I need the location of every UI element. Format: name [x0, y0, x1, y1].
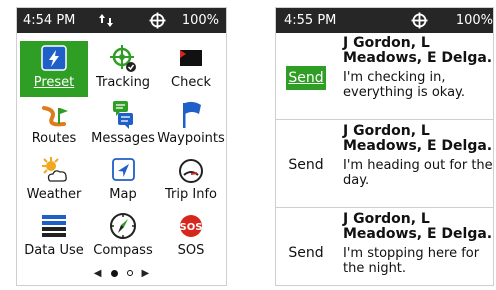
- status-time: 4:55 PM: [284, 13, 337, 28]
- menu-tile-label: Routes: [31, 131, 77, 146]
- menu-tile-sos[interactable]: SOS SOS: [157, 209, 225, 265]
- recipients-line: J Gordon, L: [343, 35, 430, 51]
- waypoints-icon: [183, 101, 201, 128]
- menu-tile-compass[interactable]: Compass: [89, 209, 157, 265]
- battery-level: 100%: [181, 13, 219, 28]
- menu-tile-label: Messages: [91, 131, 155, 146]
- routes-icon: [42, 106, 68, 127]
- app-menu-grid: Preset Tracking Check Routes Messages Wa…: [17, 38, 226, 265]
- message-text: I'm heading out for the day.: [343, 158, 493, 188]
- gps-icon: [411, 12, 428, 29]
- preset-messages-screen: 4:55 PM 100% Send J Gordon, L Meadows, E…: [275, 7, 494, 286]
- list-item: Send J Gordon, L Meadows, E Delga... I'm…: [276, 209, 494, 285]
- weather-icon: [42, 157, 67, 182]
- menu-tile-label: SOS: [177, 243, 205, 258]
- message-line: I'm checking in,: [343, 70, 446, 85]
- tracking-icon: [110, 45, 136, 72]
- recipients-line: Meadows, E Delga...: [343, 138, 494, 154]
- recipients-line: J Gordon, L: [343, 211, 430, 227]
- recipients: J Gordon, L Meadows, E Delga...: [343, 123, 494, 154]
- menu-tile-label: Preset: [33, 75, 75, 90]
- preset-message-list: Send J Gordon, L Meadows, E Delga... I'm…: [276, 33, 493, 285]
- page-dot-current: [110, 269, 118, 277]
- menu-screen: 4:54 PM 100% Preset Tracking Check Route…: [16, 7, 227, 286]
- recipients-line: Meadows, E Delga...: [343, 50, 494, 66]
- menu-tile-data-use[interactable]: Data Use: [20, 209, 88, 265]
- sos-icon: SOS: [180, 215, 203, 237]
- menu-tile-label: Compass: [93, 243, 153, 258]
- menu-tile-label: Waypoints: [157, 131, 225, 146]
- messages-icon: [113, 101, 133, 129]
- menu-tile-label: Tracking: [95, 75, 151, 90]
- gps-icon: [149, 12, 166, 29]
- page-dot: [126, 270, 133, 276]
- send-button[interactable]: Send: [287, 153, 325, 177]
- menu-tile-label: Weather: [26, 187, 82, 202]
- menu-tile-waypoints[interactable]: Waypoints: [157, 97, 225, 153]
- menu-tile-trip-info[interactable]: Trip Info: [157, 153, 225, 209]
- menu-tile-label: Data Use: [24, 243, 84, 258]
- message-line: the night.: [343, 261, 407, 276]
- map-icon: [112, 158, 135, 181]
- list-item: Send J Gordon, L Meadows, E Delga... I'm…: [276, 121, 493, 208]
- recipients: J Gordon, L Meadows, E Delga...: [343, 211, 494, 242]
- menu-tile-tracking[interactable]: Tracking: [89, 41, 157, 97]
- preset-icon: [41, 45, 67, 71]
- check-icon: [180, 50, 202, 66]
- status-time: 4:54 PM: [23, 13, 76, 28]
- compass-icon: [110, 213, 136, 239]
- message-line: everything is okay.: [343, 85, 466, 100]
- menu-tile-weather[interactable]: Weather: [20, 153, 88, 209]
- page-next-icon[interactable]: ▶: [142, 268, 150, 279]
- send-button[interactable]: Send: [287, 241, 325, 265]
- menu-tile-preset[interactable]: Preset: [20, 41, 88, 97]
- recipients-line: J Gordon, L: [343, 123, 430, 139]
- menu-tile-routes[interactable]: Routes: [20, 97, 88, 153]
- list-item: Send J Gordon, L Meadows, E Delga... I'm…: [276, 33, 493, 120]
- data-use-icon: [42, 215, 66, 237]
- sos-badge-text: SOS: [180, 222, 203, 233]
- recipients-line: Meadows, E Delga...: [343, 226, 494, 242]
- message-line: I'm heading out for the: [343, 158, 493, 173]
- message-line: I'm stopping here for: [343, 246, 480, 261]
- menu-tile-label: Trip Info: [165, 187, 217, 202]
- message-text: I'm stopping here for the night.: [343, 246, 493, 276]
- data-transfer-icon: [99, 14, 113, 27]
- status-bar: 4:54 PM 100%: [17, 8, 226, 33]
- menu-tile-messages[interactable]: Messages: [89, 97, 157, 153]
- send-button[interactable]: Send: [286, 66, 326, 90]
- trip-info-icon: [179, 159, 203, 183]
- menu-tile-label: Map: [109, 187, 137, 202]
- menu-tile-map[interactable]: Map: [89, 153, 157, 209]
- battery-level: 100%: [455, 13, 493, 28]
- page-indicator: ◀ ▶: [17, 266, 226, 280]
- message-text: I'm checking in, everything is okay.: [343, 70, 493, 100]
- menu-tile-label: Check: [171, 75, 211, 90]
- status-bar: 4:55 PM 100%: [276, 8, 493, 33]
- menu-tile-check[interactable]: Check: [157, 41, 225, 97]
- recipients: J Gordon, L Meadows, E Delga...: [343, 35, 494, 66]
- page-prev-icon[interactable]: ◀: [94, 268, 102, 279]
- message-line: day.: [343, 173, 370, 188]
